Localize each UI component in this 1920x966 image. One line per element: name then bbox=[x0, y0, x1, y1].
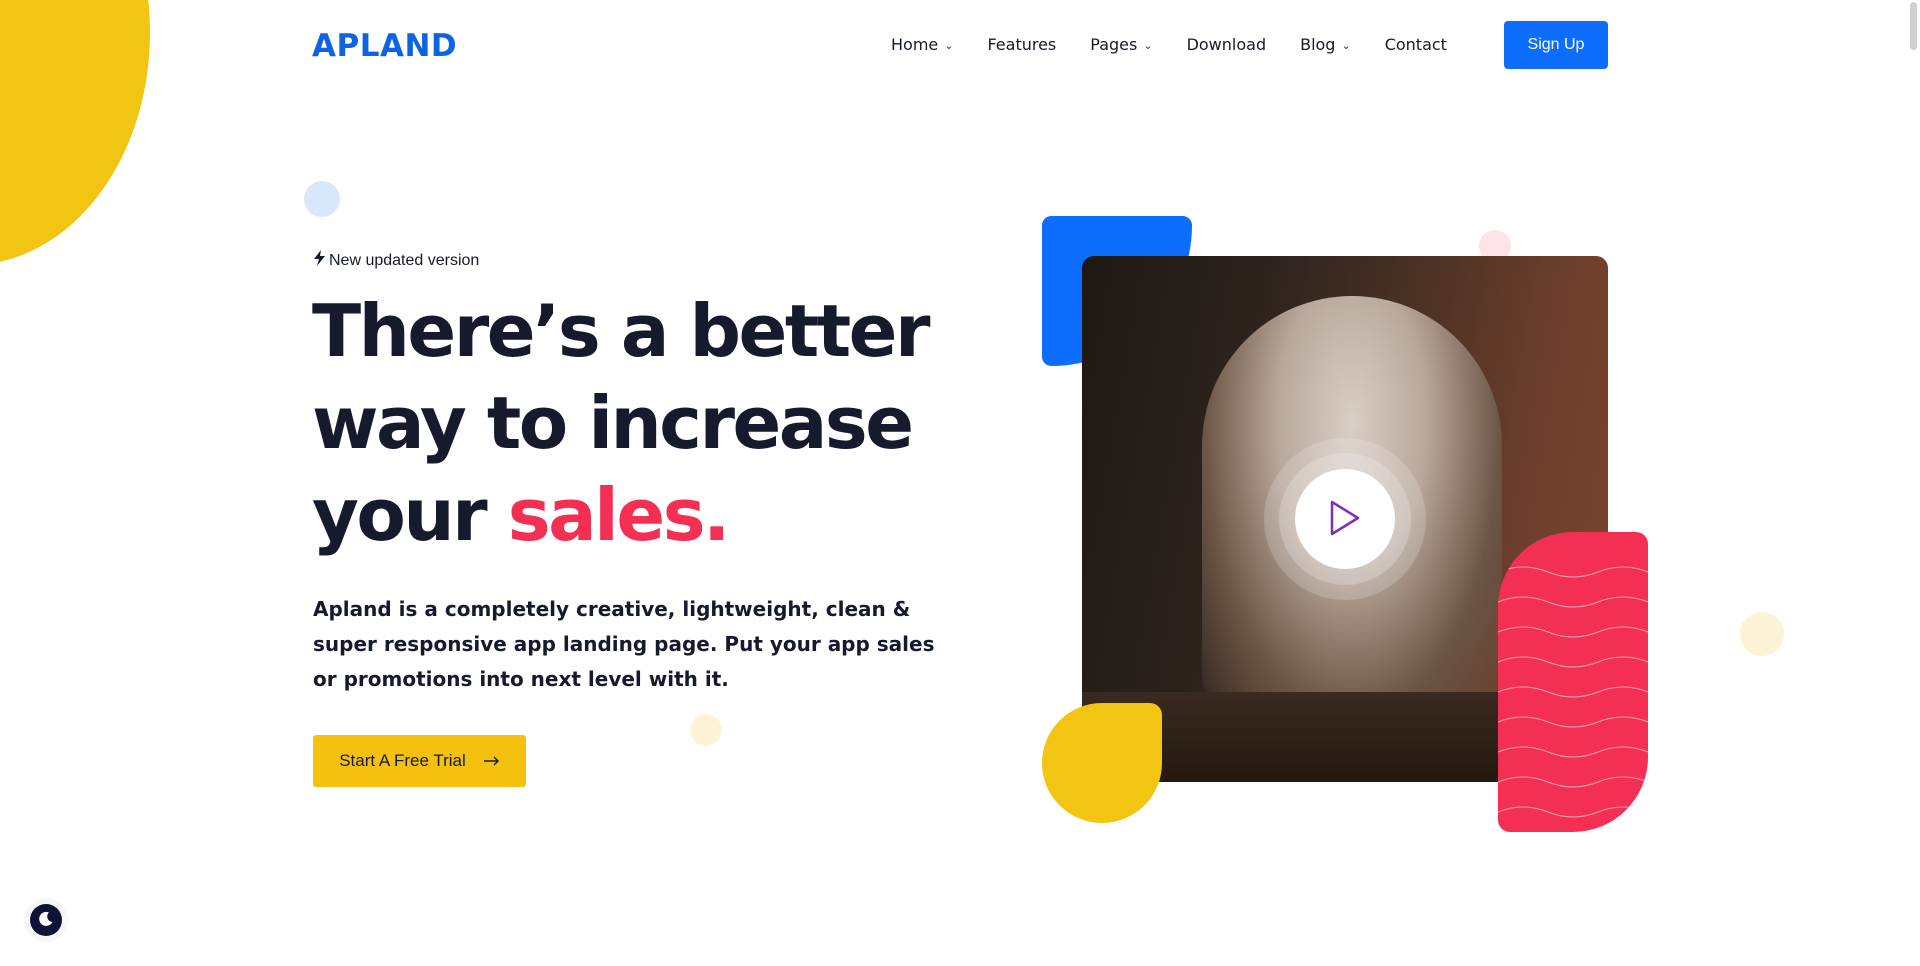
decorative-yellow-blob bbox=[0, 0, 150, 265]
lightning-icon bbox=[314, 250, 325, 271]
nav-item-label: Pages bbox=[1090, 35, 1138, 54]
version-badge: New updated version bbox=[314, 250, 479, 271]
play-icon bbox=[1329, 499, 1361, 540]
brand-logo[interactable]: APLAND bbox=[312, 28, 457, 64]
moon-icon bbox=[38, 911, 54, 930]
nav-item-pages[interactable]: Pages ⌄ bbox=[1090, 35, 1152, 54]
nav-item-label: Blog bbox=[1300, 35, 1336, 54]
scrollbar-thumb[interactable] bbox=[1910, 2, 1917, 50]
chevron-down-icon: ⌄ bbox=[1341, 39, 1351, 52]
decorative-yellow-shape bbox=[1042, 703, 1162, 823]
arrow-right-icon bbox=[483, 751, 500, 771]
decorative-dot bbox=[304, 181, 340, 217]
hero-description: Apland is a completely creative, lightwe… bbox=[313, 597, 935, 691]
headline-accent: sales. bbox=[507, 473, 731, 557]
chevron-down-icon: ⌄ bbox=[1143, 39, 1153, 52]
badge-label: New updated version bbox=[329, 251, 480, 269]
landing-page: APLAND Home ⌄ Features Pages ⌄ Download … bbox=[0, 0, 1920, 966]
nav-item-home[interactable]: Home ⌄ bbox=[891, 35, 953, 54]
play-video-button[interactable] bbox=[1295, 469, 1395, 569]
headline-line: There’s a better bbox=[312, 289, 931, 373]
nav-item-download[interactable]: Download bbox=[1187, 35, 1267, 54]
nav-item-label: Home bbox=[891, 35, 939, 54]
decorative-dot bbox=[690, 714, 722, 746]
main-nav: Home ⌄ Features Pages ⌄ Download Blog ⌄ … bbox=[891, 35, 1481, 54]
decorative-dot bbox=[1740, 612, 1784, 656]
page-scrollbar[interactable] bbox=[1906, 0, 1920, 966]
headline-line: way to increase bbox=[312, 381, 914, 465]
decorative-red-wave-shape bbox=[1498, 532, 1648, 832]
start-free-trial-button[interactable]: Start A Free Trial bbox=[313, 735, 526, 787]
nav-item-label: Contact bbox=[1384, 35, 1447, 54]
nav-item-label: Features bbox=[987, 35, 1057, 54]
nav-item-label: Download bbox=[1186, 35, 1267, 54]
sign-up-button[interactable]: Sign Up bbox=[1504, 21, 1608, 69]
wave-pattern bbox=[1498, 566, 1648, 818]
chevron-down-icon: ⌄ bbox=[944, 39, 954, 52]
nav-item-blog[interactable]: Blog ⌄ bbox=[1300, 35, 1351, 54]
cta-label: Start A Free Trial bbox=[339, 751, 466, 770]
nav-item-features[interactable]: Features bbox=[987, 35, 1056, 54]
hero-headline: There’s a better way to increase your sa… bbox=[312, 285, 992, 561]
dark-mode-toggle[interactable] bbox=[30, 904, 62, 936]
headline-line: your bbox=[312, 473, 508, 557]
nav-item-contact[interactable]: Contact bbox=[1385, 35, 1447, 54]
